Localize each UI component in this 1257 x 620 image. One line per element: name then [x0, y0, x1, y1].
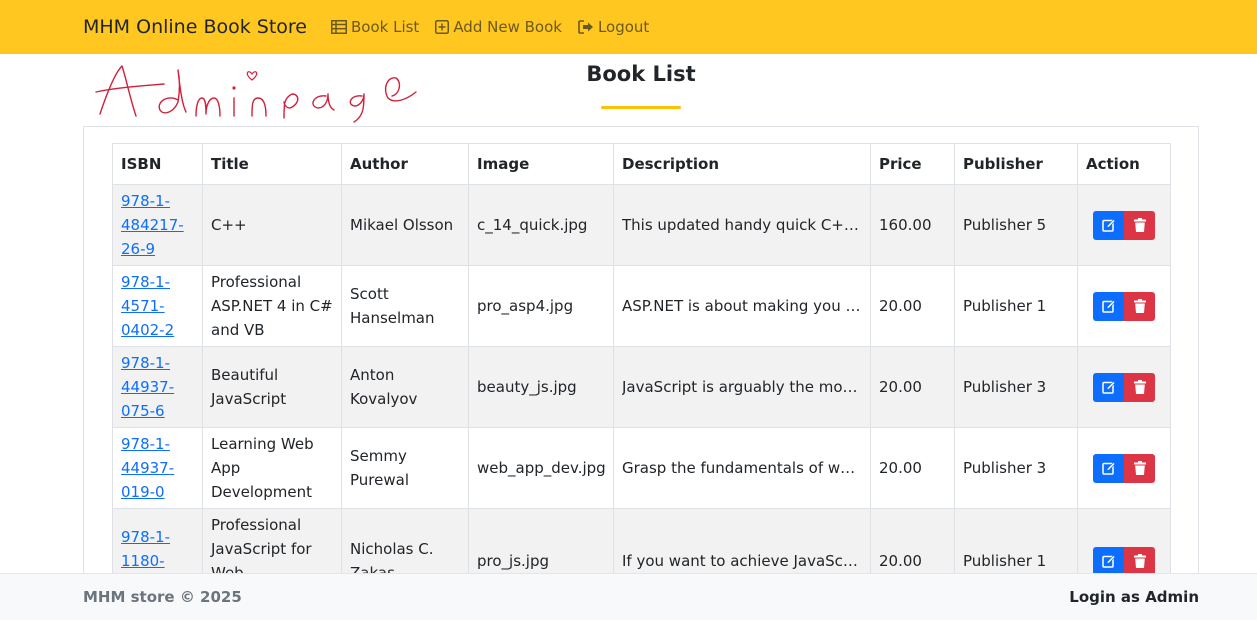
table-row: 978-1- 4571- 0402-2 Professional ASP.NET 4…: [112, 265, 1171, 347]
cell-description: JavaScript is arguably the most polarizi…: [613, 346, 871, 428]
header-author: Author: [341, 143, 469, 185]
cell-price: 160.00: [870, 184, 955, 266]
logout-icon: [578, 20, 593, 34]
header-action: Action: [1077, 143, 1171, 185]
edit-icon: [1101, 381, 1115, 394]
nav-logout[interactable]: Logout: [578, 18, 649, 36]
edit-icon: [1101, 300, 1115, 313]
isbn-link[interactable]: 978-1- 44937- 075-6: [121, 354, 174, 420]
trash-icon: [1133, 380, 1146, 394]
cell-publisher: Publisher 5: [954, 184, 1078, 266]
edit-button[interactable]: [1093, 210, 1124, 240]
header-title: Title: [202, 143, 342, 185]
cell-description: This updated handy quick C++ 14 guide: [613, 184, 871, 266]
title-underline: [601, 106, 681, 109]
cell-image: c_14_quick.jpg: [468, 184, 614, 266]
header-image: Image: [468, 143, 614, 185]
table-header-row: ISBN Title Author Image Description Pric…: [112, 143, 1171, 185]
book-list-card: ISBN Title Author Image Description Pric…: [83, 126, 1199, 586]
delete-button[interactable]: [1124, 210, 1155, 240]
nav-logout-label: Logout: [597, 18, 650, 36]
trash-icon: [1133, 218, 1146, 232]
header-description: Description: [613, 143, 871, 185]
cell-author: Mikael Olsson: [341, 184, 469, 266]
cell-image: pro_asp4.jpg: [468, 265, 614, 347]
navbar: MHM Online Book Store Book List Add New …: [0, 0, 1257, 54]
cell-action: [1077, 346, 1171, 428]
cell-price: 20.00: [870, 427, 955, 509]
cell-author: Semmy Purewal: [341, 427, 469, 509]
trash-icon: [1133, 554, 1146, 568]
trash-icon: [1133, 461, 1146, 475]
cell-publisher: Publisher 1: [954, 265, 1078, 347]
trash-icon: [1133, 299, 1146, 313]
book-table: ISBN Title Author Image Description Pric…: [112, 143, 1171, 586]
cell-action: [1077, 184, 1171, 266]
delete-button[interactable]: [1124, 546, 1155, 576]
edit-button[interactable]: [1093, 372, 1124, 402]
cell-title: Beautiful JavaScript: [202, 346, 342, 428]
header-publisher: Publisher: [954, 143, 1078, 185]
cell-isbn: 978-1- 44937- 075-6: [112, 346, 203, 428]
delete-button[interactable]: [1124, 372, 1155, 402]
footer-login-status: Login as Admin: [1069, 588, 1199, 606]
edit-button[interactable]: [1093, 546, 1124, 576]
edit-icon: [1101, 219, 1115, 232]
footer-copyright: MHM store © 2025: [83, 588, 242, 606]
nav-book-list[interactable]: Book List: [330, 18, 420, 36]
cell-publisher: Publisher 3: [954, 427, 1078, 509]
plus-square-icon: [435, 20, 450, 34]
cell-author: Anton Kovalyov: [341, 346, 469, 428]
edit-button[interactable]: [1093, 453, 1124, 483]
delete-button[interactable]: [1124, 453, 1155, 483]
isbn-link[interactable]: 978-1- 484217- 26-9: [121, 192, 184, 258]
header-isbn: ISBN: [112, 143, 203, 185]
cell-description: ASP.NET is about making you as productiv…: [613, 265, 871, 347]
table-icon: [330, 20, 347, 34]
table-row: 978-1- 484217- 26-9 C++ Mikael Olsson c_14…: [112, 184, 1171, 266]
isbn-link[interactable]: 978-1- 4571- 0402-2: [121, 273, 174, 339]
cell-image: beauty_js.jpg: [468, 346, 614, 428]
cell-author: Scott Hanselman: [341, 265, 469, 347]
nav-add-new-book[interactable]: Add New Book: [435, 18, 562, 36]
footer: MHM store © 2025 Login as Admin: [0, 573, 1257, 620]
nav-add-new-book-label: Add New Book: [453, 18, 562, 36]
cell-description: Grasp the fundamentals of web applicatio…: [613, 427, 871, 509]
table-row: 978-1- 44937- 019-0 Learning Web App Devel…: [112, 427, 1171, 509]
cell-title: C++: [202, 184, 342, 266]
cell-price: 20.00: [870, 265, 955, 347]
isbn-link[interactable]: 978-1- 44937- 019-0: [121, 435, 174, 501]
edit-icon: [1101, 462, 1115, 475]
cell-price: 20.00: [870, 346, 955, 428]
cell-title: Professional ASP.NET 4 in C# and VB: [202, 265, 342, 347]
cell-action: [1077, 427, 1171, 509]
cell-isbn: 978-1- 4571- 0402-2: [112, 265, 203, 347]
edit-icon: [1101, 555, 1115, 568]
cell-image: web_app_dev.jpg: [468, 427, 614, 509]
page-title: Book List: [586, 62, 696, 86]
cell-title: Learning Web App Development: [202, 427, 342, 509]
edit-button[interactable]: [1093, 291, 1124, 321]
table-row: 978-1- 44937- 075-6 Beautiful JavaScript A…: [112, 346, 1171, 428]
header-price: Price: [870, 143, 955, 185]
delete-button[interactable]: [1124, 291, 1155, 321]
cell-action: [1077, 265, 1171, 347]
cell-publisher: Publisher 3: [954, 346, 1078, 428]
nav-book-list-label: Book List: [350, 18, 420, 36]
cell-isbn: 978-1- 484217- 26-9: [112, 184, 203, 266]
cell-isbn: 978-1- 44937- 019-0: [112, 427, 203, 509]
brand-title[interactable]: MHM Online Book Store: [83, 16, 307, 38]
